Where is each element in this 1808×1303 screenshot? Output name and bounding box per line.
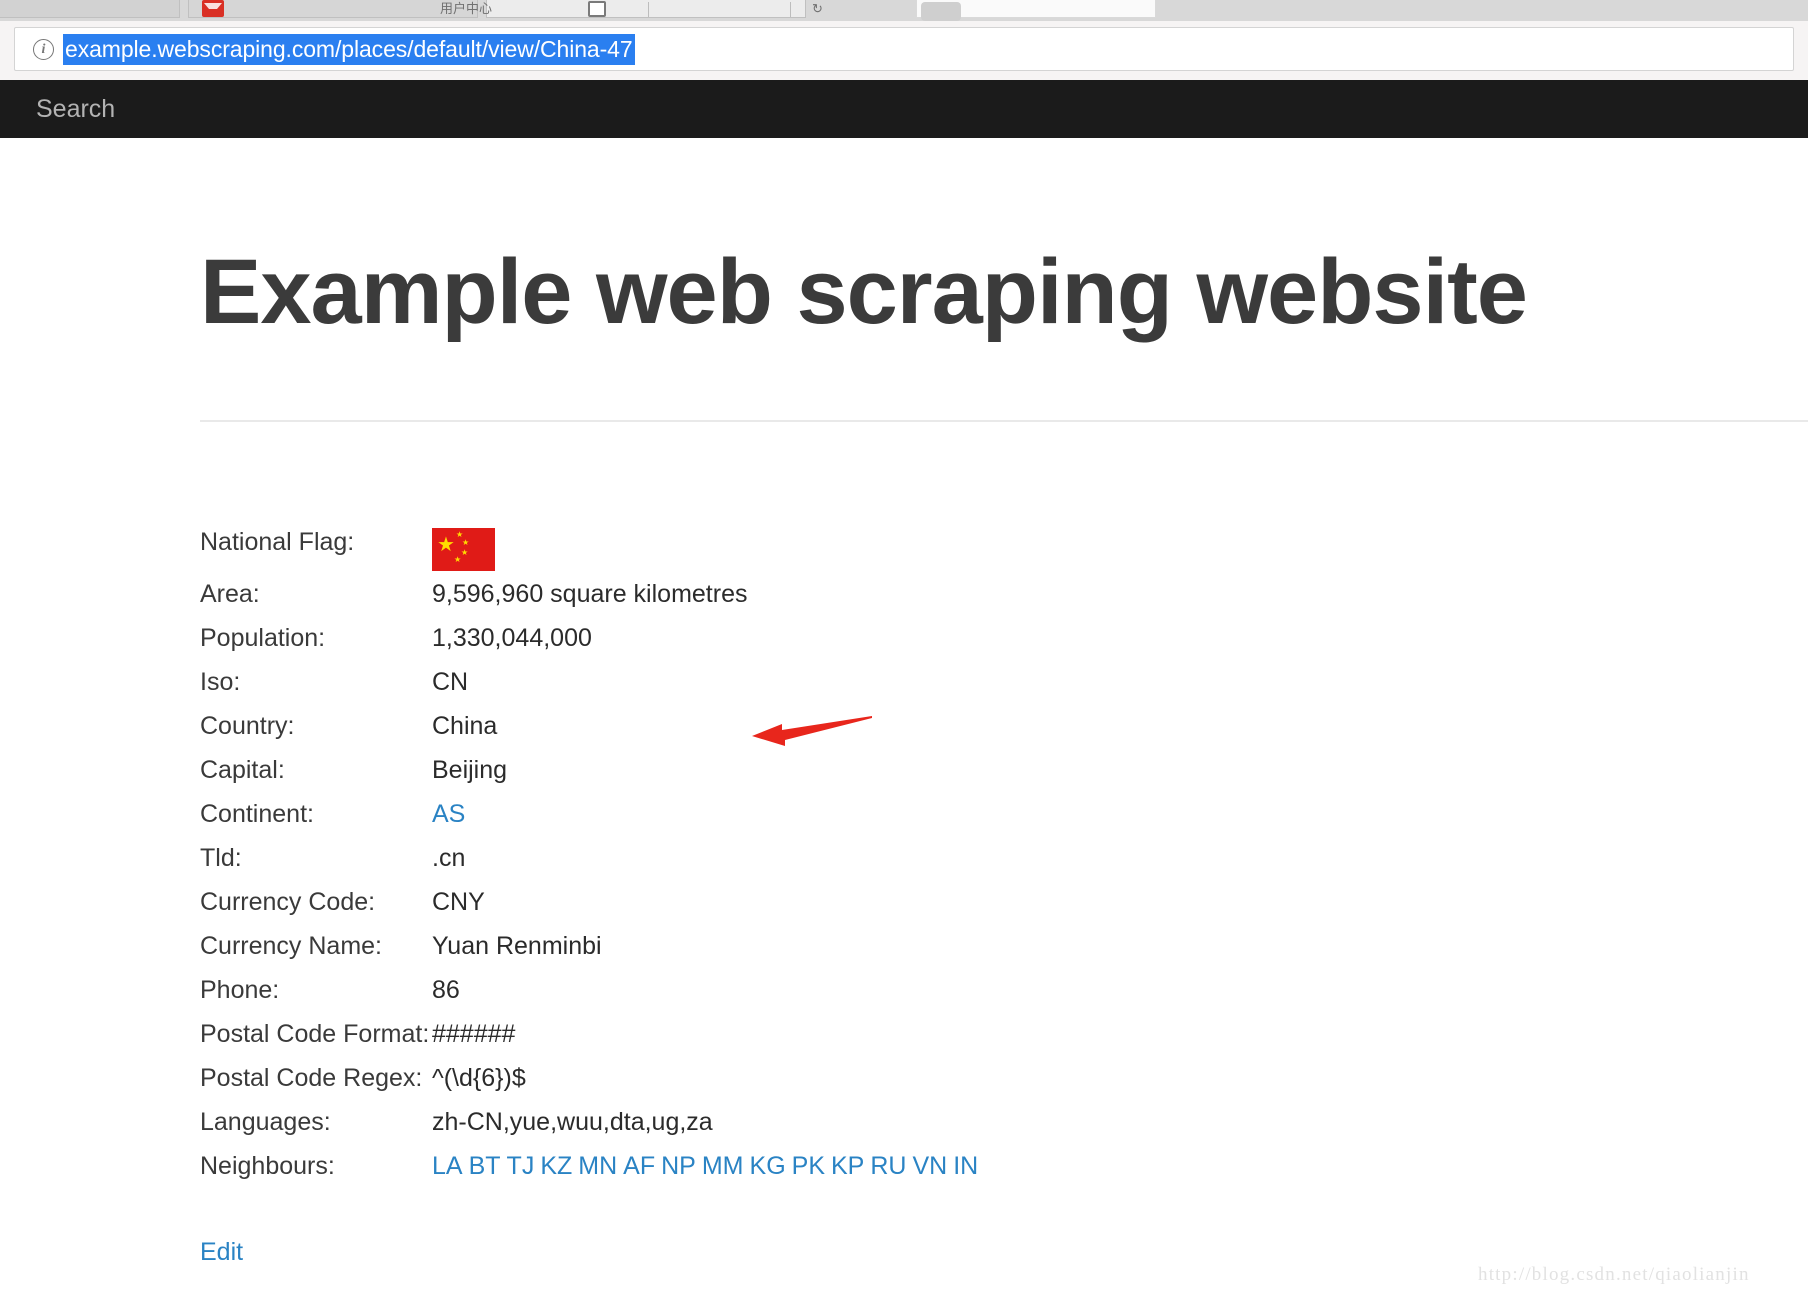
detail-row: Iso: CN (200, 668, 1200, 712)
detail-label: Tld: (200, 844, 242, 872)
browser-chrome: 用户中心 ↻ i example.webscraping.com/places/… (0, 0, 1808, 80)
browser-tab-2[interactable] (188, 0, 478, 18)
url-text[interactable]: example.webscraping.com/places/default/v… (63, 34, 635, 65)
browser-tab-1[interactable] (0, 0, 180, 18)
detail-row: Population: 1,330,044,000 (200, 624, 1200, 668)
address-bar[interactable]: i example.webscraping.com/places/default… (14, 27, 1794, 71)
site-navbar: Search (0, 80, 1808, 138)
detail-value: Yuan Renminbi (432, 932, 602, 960)
neighbour-link[interactable]: MN (578, 1152, 617, 1180)
neighbour-link[interactable]: AF (623, 1152, 655, 1180)
detail-value: CN (432, 668, 469, 696)
detail-label: Postal Code Format: (200, 1020, 430, 1048)
detail-label: Languages: (200, 1108, 331, 1136)
nav-link-search[interactable]: Search (36, 80, 115, 138)
detail-row: National Flag: ★ ★ ★ ★ ★ (200, 528, 1200, 580)
detail-value: ★ ★ ★ ★ ★ (432, 528, 495, 577)
neighbour-link[interactable]: RU (870, 1152, 906, 1180)
neighbour-link[interactable]: MM (702, 1152, 744, 1180)
detail-label: Currency Code: (200, 888, 376, 916)
edit-link[interactable]: Edit (200, 1238, 243, 1267)
detail-label: Country: (200, 712, 295, 740)
info-icon[interactable]: i (33, 39, 54, 60)
detail-value: ^(\d{6})$ (432, 1064, 526, 1092)
detail-value: LA BT TJ KZ MN AF NP MM KG PK KP RU VN IN (432, 1152, 978, 1180)
detail-label: Postal Code Regex: (200, 1064, 423, 1092)
detail-row: Tld: .cn (200, 844, 1200, 888)
browser-tab-3[interactable] (486, 0, 806, 18)
tab-divider (790, 2, 791, 17)
detail-value: 1,330,044,000 (432, 624, 592, 652)
china-flag-icon: ★ ★ ★ ★ ★ (432, 528, 495, 571)
detail-row: Currency Code: CNY (200, 888, 1200, 932)
detail-value: CNY (432, 888, 485, 916)
detail-row: Postal Code Format: ###### (200, 1020, 1200, 1064)
neighbour-link[interactable]: NP (661, 1152, 696, 1180)
detail-row: Languages: zh-CN,yue,wuu,dta,ug,za (200, 1108, 1200, 1152)
detail-row: Country: China (200, 712, 1200, 756)
neighbour-link[interactable]: TJ (507, 1152, 535, 1180)
detail-row: Postal Code Regex: ^(\d{6})$ (200, 1064, 1200, 1108)
detail-row: Area: 9,596,960 square kilometres (200, 580, 1200, 624)
page-title: Example web scraping website (200, 241, 1528, 343)
detail-label: Phone: (200, 976, 280, 1004)
neighbour-link[interactable]: PK (792, 1152, 825, 1180)
detail-label: Neighbours: (200, 1152, 335, 1180)
detail-row: Phone: 86 (200, 976, 1200, 1020)
tab-3-label: 用户中心 (440, 1, 493, 16)
neighbour-link[interactable]: LA (432, 1152, 463, 1180)
detail-label: Capital: (200, 756, 285, 784)
detail-value: 86 (432, 976, 460, 1004)
detail-row: Neighbours: LA BT TJ KZ MN AF NP MM KG PK KP RU VN IN (200, 1152, 1200, 1196)
detail-value: ###### (432, 1020, 516, 1048)
detail-label: National Flag: (200, 528, 355, 556)
watermark: http://blog.csdn.net/qiaolianjin (1478, 1264, 1750, 1285)
detail-value: AS (432, 800, 465, 828)
detail-value: zh-CN,yue,wuu,dta,ug,za (432, 1108, 713, 1136)
tab-divider (648, 2, 649, 17)
title-divider (200, 420, 1808, 422)
continent-link[interactable]: AS (432, 800, 465, 828)
detail-label: Iso: (200, 668, 241, 696)
detail-value: 9,596,960 square kilometres (432, 580, 748, 608)
neighbour-link[interactable]: IN (953, 1152, 978, 1180)
detail-value: Beijing (432, 756, 508, 784)
detail-value: .cn (432, 844, 466, 872)
detail-row: Capital: Beijing (200, 756, 1200, 800)
page-icon (588, 1, 606, 17)
detail-label: Area: (200, 580, 260, 608)
detail-label: Currency Name: (200, 932, 382, 960)
detail-label: Population: (200, 624, 326, 652)
neighbour-link[interactable]: KZ (540, 1152, 572, 1180)
neighbour-link[interactable]: BT (469, 1152, 501, 1180)
neighbour-link[interactable]: KG (750, 1152, 786, 1180)
browser-tabstrip[interactable]: 用户中心 ↻ (0, 0, 1808, 21)
browser-urlbar-row: i example.webscraping.com/places/default… (0, 21, 1808, 80)
detail-label: Continent: (200, 800, 314, 828)
detail-row: Currency Name: Yuan Renminbi (200, 932, 1200, 976)
gmail-icon (202, 0, 224, 17)
detail-row: Continent: AS (200, 800, 1200, 844)
detail-value: China (432, 712, 498, 740)
neighbour-link[interactable]: KP (831, 1152, 864, 1180)
neighbour-link[interactable]: VN (912, 1152, 947, 1180)
country-details-table: National Flag: ★ ★ ★ ★ ★ Area: 9,596,960 square… (200, 528, 1200, 1196)
new-tab-button[interactable] (921, 2, 961, 21)
refresh-icon: ↻ (812, 1, 823, 16)
